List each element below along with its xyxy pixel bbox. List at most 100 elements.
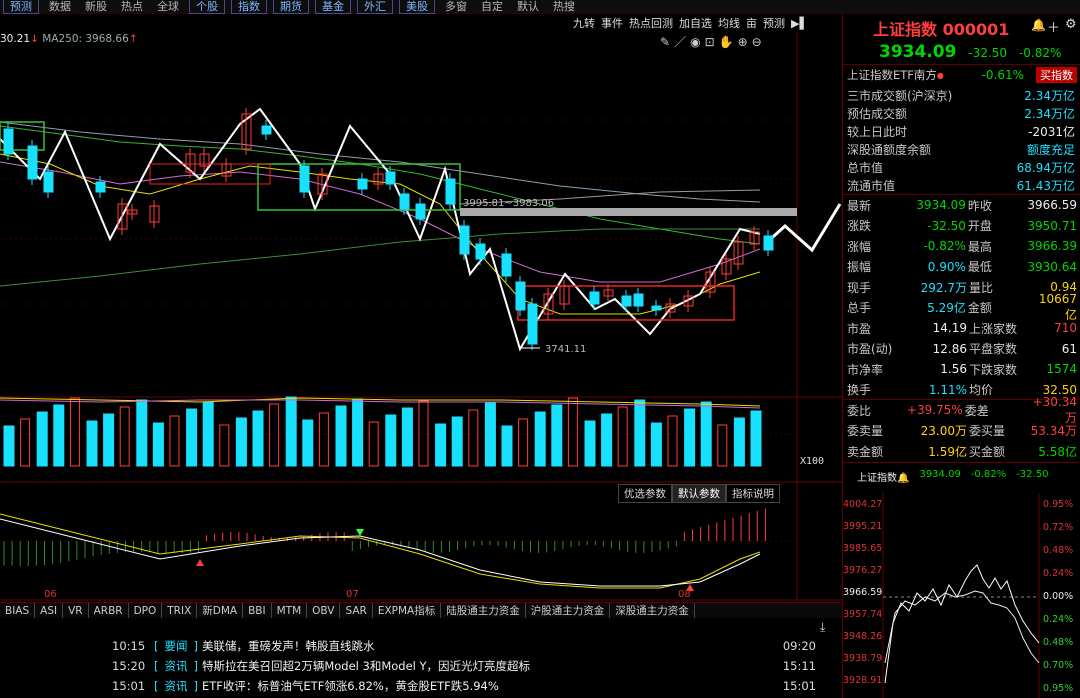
top-menu-13[interactable]: 默认 [510, 0, 546, 13]
macd-axis-bottom: -58.70 [800, 580, 836, 591]
top-menu-7[interactable]: 期货 [273, 0, 309, 14]
volume-bar [385, 414, 397, 467]
mini-left-tick: 3948.26 [843, 631, 882, 642]
top-menu-6[interactable]: 指数 [231, 0, 267, 14]
indicator-tab-4[interactable]: DPO [129, 603, 163, 618]
top-menu-12[interactable]: 自定 [474, 0, 510, 13]
volume-bar [534, 411, 546, 467]
mini-right-tick: 0.48% [1043, 637, 1073, 648]
top-menu-4[interactable]: 全球 [150, 0, 186, 13]
mini-left-tick: 3938.79 [843, 653, 882, 664]
etf-pct: -0.61% [981, 68, 1024, 82]
volume-bar [634, 399, 646, 467]
indicator-tab-12[interactable]: 陆股通主力资金 [441, 603, 526, 618]
volume-bar [700, 401, 712, 467]
indicator-tab-8[interactable]: MTM [272, 603, 308, 618]
volume-bar [20, 418, 31, 467]
volume-bar [567, 397, 578, 467]
indicator-tab-1[interactable]: ASI [35, 603, 64, 618]
news-item[interactable]: 15:20 [ 资讯 ] 特斯拉在美召回超2万辆Model 3和Model Y，… [0, 656, 842, 676]
indicator-tab-13[interactable]: 沪股通主力资金 [526, 603, 611, 618]
gear-icon[interactable]: ⚙ [1065, 17, 1077, 32]
month-08: 08 [678, 589, 691, 600]
low-label: 3741.11 [545, 344, 586, 355]
volume-bar [318, 412, 329, 467]
vol-axis-mid: 386.14万 [800, 422, 842, 433]
news-item[interactable]: 15:01 [ 资讯 ] ETF收评：标普油气ETF领涨6.82%，黄金股ETF… [0, 676, 842, 696]
stat-row: 总市值 68.94万亿 [847, 160, 1075, 175]
indicator-tab-11[interactable]: EXPMA指标 [373, 603, 442, 618]
buy-index-button[interactable]: 买指数 [1036, 67, 1077, 83]
opt-params-button[interactable]: 优选参数 [618, 484, 672, 503]
volume-bar [401, 407, 413, 467]
indicator-tab-6[interactable]: 新DMA [197, 603, 244, 618]
stat-row: 三市成交额(沪深京) 2.34万亿 [847, 88, 1075, 103]
candle [357, 178, 368, 190]
mini-chart[interactable]: 上证指数🔔 3934.09 -0.82% -32.50 4004.27 3995.… [843, 462, 1080, 698]
price-pct: -0.82% [1018, 46, 1062, 60]
indicator-tab-7[interactable]: BBI [243, 603, 272, 618]
candle [515, 281, 526, 311]
indicator-tab-9[interactable]: OBV [307, 603, 341, 618]
volume-bar [584, 420, 596, 467]
mini-right-tick: 0.72% [1043, 522, 1073, 533]
quote-row: 委比 +39.75% 委差 +30.34万 [847, 394, 1077, 425]
default-params-button[interactable]: 默认参数 [672, 484, 726, 503]
mini-right-tick: 0.24% [1043, 614, 1073, 625]
candle [399, 193, 410, 210]
stat-row: 深股通额度余额 额度充足 [847, 142, 1075, 157]
candle [299, 165, 310, 193]
indicator-tab-3[interactable]: ARBR [89, 603, 129, 618]
quote-row: 涨幅 -0.82% 最高 3966.39 [847, 239, 1077, 254]
candle [527, 303, 538, 345]
indicator-tab-5[interactable]: TRIX [162, 603, 198, 618]
volume-bar [285, 396, 297, 467]
bell-icon[interactable]: 🔔 [1031, 18, 1046, 32]
volume-bar [368, 421, 379, 467]
candle [621, 295, 632, 307]
add-icon[interactable]: ＋ [1047, 17, 1060, 36]
mini-left-tick: 4004.27 [843, 499, 882, 510]
top-menu-14[interactable]: 热搜 [546, 0, 582, 13]
price-line: 3934.09 -32.50 -0.82% [879, 42, 1061, 62]
top-menu-bar: 预测 数据 新股 热点 全球 个股 指数 期货 基金 外汇 美股 多窗 自定 默认 热搜 [0, 0, 1080, 14]
ma-line-purple [0, 161, 761, 283]
top-menu-1[interactable]: 数据 [42, 0, 78, 13]
news-item[interactable]: 10:15 [ 要闻 ] 美联储，重磅发声！韩股直线跳水 09:20 [0, 636, 842, 656]
volume-bar [650, 422, 662, 467]
candle [385, 171, 396, 185]
volume-bar [451, 416, 463, 467]
mini-right-tick: 0.00% [1043, 591, 1073, 602]
candle [95, 181, 106, 193]
volume-bar [684, 408, 696, 467]
top-menu-8[interactable]: 基金 [315, 0, 351, 14]
top-menu-0[interactable]: 预测 [3, 0, 39, 14]
quote-row: 最新 3934.09 昨收 3966.59 [847, 198, 1077, 213]
indicator-tab-2[interactable]: VR [63, 603, 89, 618]
top-menu-3[interactable]: 热点 [114, 0, 150, 13]
top-menu-2[interactable]: 新股 [78, 0, 114, 13]
download-icon[interactable]: ⤓ [820, 620, 825, 635]
macd-bars [3, 508, 766, 566]
indicator-tab-14[interactable]: 深股通主力资金 [610, 603, 695, 618]
top-menu-9[interactable]: 外汇 [357, 0, 393, 14]
stat-row: 流通市值 61.43万亿 [847, 178, 1075, 193]
indicator-help-button[interactable]: 指标说明 [726, 484, 780, 503]
volume-bar [235, 417, 247, 467]
candle [43, 171, 54, 193]
etf-row[interactable]: 上证指数ETF南方 ● -0.61% 买指数 [843, 66, 1080, 84]
indicator-tab-0[interactable]: BIAS [0, 603, 36, 618]
ma-line-yellow [0, 153, 761, 315]
top-menu-10[interactable]: 美股 [399, 0, 435, 14]
index-title: 上证指数 000001 [873, 20, 1010, 39]
volume-bar [186, 408, 198, 467]
top-menu-5[interactable]: 个股 [189, 0, 225, 14]
top-menu-11[interactable]: 多窗 [438, 0, 474, 13]
volume-bar [551, 404, 563, 467]
indicator-tab-10[interactable]: SAR [340, 603, 373, 618]
stat-row: 较上日此时 -2031亿 [847, 124, 1075, 139]
ma-line-green [0, 125, 761, 245]
volume-bar [717, 424, 728, 467]
candle [261, 125, 272, 135]
kline-chart[interactable]: 42884173405839443828 3995.81~3983.06 374… [0, 14, 842, 602]
